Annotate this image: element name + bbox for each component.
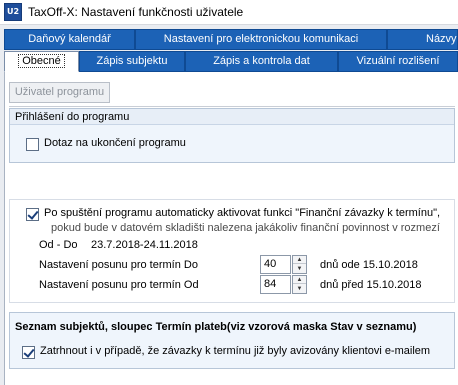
- login-section: Přihlášení do programu Dotaz na ukončení…: [9, 108, 455, 163]
- window-title: TaxOff-X: Nastavení funkčnosti uživatele: [28, 5, 244, 19]
- confirm-exit-checkbox[interactable]: [26, 138, 39, 151]
- decrement-arrow-icon[interactable]: ▼: [293, 265, 306, 273]
- shift-od-stepper[interactable]: 84 ▲ ▼: [260, 275, 308, 294]
- tab-subject-entry[interactable]: Zápis subjektu: [79, 51, 185, 72]
- shift-do-value[interactable]: 40: [260, 255, 291, 274]
- tab-visual-distinction[interactable]: Vizuální rozlišení: [338, 51, 458, 72]
- tab-general[interactable]: Obecné: [4, 51, 79, 72]
- tab-data-entry-check[interactable]: Zápis a kontrola dat: [185, 51, 338, 72]
- shift-do-label: Nastavení posunu pro termín Do: [39, 259, 198, 271]
- range-value: 23.7.2018-24.11.2018: [91, 239, 198, 251]
- shift-od-value[interactable]: 84: [260, 275, 291, 294]
- increment-arrow-icon[interactable]: ▲: [293, 276, 306, 284]
- general-tab-panel: Uživatel programu Přihlášení do programu…: [4, 72, 458, 385]
- subject-list-title: Seznam subjektů, sloupec Termín plateb(v…: [15, 321, 417, 333]
- login-section-title: Přihlášení do programu: [10, 109, 454, 125]
- shift-do-stepper[interactable]: 40 ▲ ▼: [260, 255, 308, 274]
- tab-row-bottom: Obecné Zápis subjektu Zápis a kontrola d…: [4, 51, 458, 72]
- shift-od-label: Nastavení posunu pro termín Od: [39, 279, 199, 291]
- divider: [9, 106, 455, 107]
- auto-activate-checkbox[interactable]: [26, 208, 39, 221]
- tab-electronic-communication[interactable]: Nastavení pro elektronickou komunikaci: [135, 29, 387, 50]
- tab-tax-calendar[interactable]: Daňový kalendář: [4, 29, 135, 50]
- decrement-arrow-icon[interactable]: ▼: [293, 285, 306, 293]
- shift-od-arrows: ▲ ▼: [292, 275, 307, 294]
- confirm-exit-label: Dotaz na ukončení programu: [44, 137, 186, 149]
- shift-do-arrows: ▲ ▼: [292, 255, 307, 274]
- auto-activate-label-line1: Po spuštění programu automaticky aktivov…: [44, 207, 441, 219]
- shift-do-desc: dnů ode 15.10.2018: [320, 259, 418, 271]
- shift-od-desc: dnů před 15.10.2018: [320, 279, 422, 291]
- tab-general-label: Obecné: [18, 54, 65, 68]
- subject-list-section: Seznam subjektů, sloupec Termín plateb(v…: [9, 312, 455, 369]
- auto-activate-label-line2: pokud bude v datovém skladišti nalezena …: [51, 222, 440, 234]
- range-label: Od - Do: [39, 239, 78, 251]
- tab-row-top: Daňový kalendář Nastavení pro elektronic…: [4, 29, 458, 50]
- tab-names[interactable]: Názvy: [387, 29, 458, 50]
- increment-arrow-icon[interactable]: ▲: [293, 256, 306, 264]
- strike-checkbox[interactable]: [22, 346, 35, 359]
- app-logo-icon: U2: [4, 3, 22, 21]
- user-program-button[interactable]: Uživatel programu: [9, 82, 110, 103]
- auto-activation-section: Po spuštění programu automaticky aktivov…: [9, 199, 455, 303]
- title-bar: U2 TaxOff-X: Nastavení funkčnosti uživat…: [0, 0, 458, 25]
- strike-label: Zatrhnout i v případě, že závazky k term…: [40, 345, 431, 357]
